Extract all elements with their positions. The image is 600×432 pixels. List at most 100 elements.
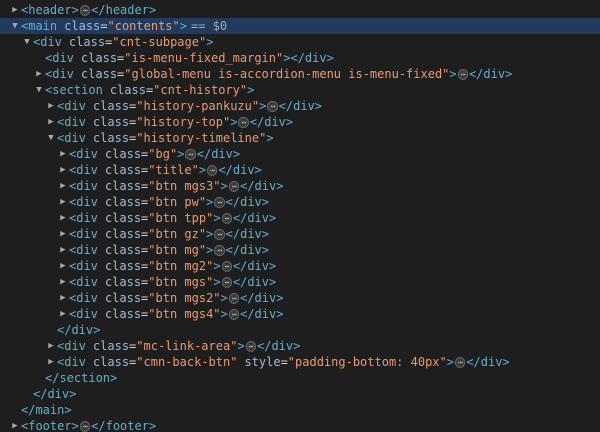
dom-node-row[interactable]: ▶</div>	[0, 322, 600, 338]
expand-triangle-right-icon[interactable]: ▶	[58, 226, 68, 242]
expand-triangle-right-icon[interactable]: ▶	[46, 354, 56, 370]
dom-node-row[interactable]: ▶ < div class = "btn mg" > ⋯ </div>	[0, 242, 600, 258]
attribute-name[interactable]: class	[81, 50, 117, 66]
attribute-name[interactable]: class	[105, 242, 141, 258]
attribute-value[interactable]: "btn mgs3"	[148, 178, 220, 194]
attribute-value[interactable]: "history-pankuzu"	[136, 98, 259, 114]
collapsed-children-ellipsis-icon[interactable]: ⋯	[185, 148, 196, 160]
expand-triangle-down-icon[interactable]: ▼	[10, 18, 20, 34]
attribute-name[interactable]: class	[105, 210, 141, 226]
dom-node-row[interactable]: ▶ < div class = "bg" > ⋯ </div>	[0, 146, 600, 162]
attribute-value[interactable]: "global-menu is-accordion-menu is-menu-f…	[124, 66, 449, 82]
expand-triangle-down-icon[interactable]: ▼	[34, 82, 44, 98]
dom-node-row[interactable]: ▶ < div class = "cmn-back-btn" style = "padding-…	[0, 354, 600, 370]
attribute-value[interactable]: "history-timeline"	[136, 130, 266, 146]
attribute-value[interactable]: "padding-bottom: 40px"	[288, 354, 447, 370]
collapsed-children-ellipsis-icon[interactable]: ⋯	[457, 68, 468, 80]
collapsed-children-ellipsis-icon[interactable]: ⋯	[228, 308, 240, 320]
dom-node-row[interactable]: ▼ < main class = "contents" > == $0	[0, 18, 600, 34]
collapsed-children-ellipsis-icon[interactable]: ⋯	[454, 356, 466, 368]
collapsed-children-ellipsis-icon[interactable]: ⋯	[238, 116, 249, 128]
expand-triangle-right-icon[interactable]: ▶	[58, 178, 68, 194]
attribute-name[interactable]: class	[93, 114, 129, 130]
dom-node-row[interactable]: ▶ < header > ⋯ </header>	[0, 2, 600, 18]
dom-node-row[interactable]: ▼ < section class = "cnt-history" >	[0, 82, 600, 98]
dom-node-row[interactable]: ▶ < div class = "title" > ⋯ </div>	[0, 162, 600, 178]
collapsed-children-ellipsis-icon[interactable]: ⋯	[228, 180, 240, 192]
attribute-value[interactable]: "cnt-subpage"	[112, 34, 206, 50]
attribute-name[interactable]: class	[105, 274, 141, 290]
attribute-name[interactable]: class	[93, 130, 129, 146]
expand-triangle-down-icon[interactable]: ▼	[46, 130, 56, 146]
expand-triangle-down-icon[interactable]: ▼	[22, 34, 32, 50]
attribute-value[interactable]: "is-menu-fixed_margin"	[124, 50, 283, 66]
dom-node-row[interactable]: ▶ < div class = "btn mgs2" > ⋯ </div>	[0, 290, 600, 306]
dom-node-row[interactable]: ▶</main>	[0, 402, 600, 418]
dom-node-row[interactable]: ▶</div>	[0, 386, 600, 402]
attribute-name[interactable]: class	[105, 290, 141, 306]
attribute-value[interactable]: "contents"	[108, 18, 180, 34]
attribute-name[interactable]: class	[81, 66, 117, 82]
dom-node-row[interactable]: ▶ < div class = "btn mgs3" > ⋯ </div>	[0, 178, 600, 194]
attribute-name[interactable]: class	[64, 18, 100, 34]
dom-node-row[interactable]: ▶ < div class = "btn gz" > ⋯ </div>	[0, 226, 600, 242]
dom-node-row[interactable]: ▼ < div class = "cnt-subpage" >	[0, 34, 600, 50]
dom-node-row[interactable]: ▶ < div class = "history-top" > ⋯ </div>	[0, 114, 600, 130]
attribute-name[interactable]: class	[93, 98, 129, 114]
attribute-name[interactable]: class	[105, 226, 141, 242]
dom-node-row[interactable]: ▶</section>	[0, 370, 600, 386]
attribute-name[interactable]: class	[105, 162, 141, 178]
dom-node-row[interactable]: ▶ < div class = "mc-link-area" > ⋯ </div>	[0, 338, 600, 354]
attribute-name[interactable]: class	[93, 338, 129, 354]
attribute-name[interactable]: class	[105, 258, 141, 274]
attribute-name[interactable]: class	[105, 178, 141, 194]
dom-node-row[interactable]: ▶ < div class = "btn mgs4" > ⋯ </div>	[0, 306, 600, 322]
attribute-value[interactable]: "btn mg2"	[148, 258, 213, 274]
expand-triangle-right-icon[interactable]: ▶	[58, 290, 68, 306]
expand-triangle-right-icon[interactable]: ▶	[58, 162, 68, 178]
dom-node-row[interactable]: ▼ < div class = "history-timeline" >	[0, 130, 600, 146]
expand-triangle-right-icon[interactable]: ▶	[46, 338, 56, 354]
collapsed-children-ellipsis-icon[interactable]: ⋯	[221, 212, 232, 224]
collapsed-children-ellipsis-icon[interactable]: ⋯	[267, 100, 278, 112]
attribute-name[interactable]: class	[105, 306, 141, 322]
attribute-name[interactable]: class	[93, 354, 129, 370]
attribute-name[interactable]: class	[110, 82, 146, 98]
attribute-value[interactable]: "btn tpp"	[148, 210, 213, 226]
expand-triangle-right-icon[interactable]: ▶	[46, 114, 56, 130]
dom-node-row[interactable]: ▶ < footer > ⋯ </footer>	[0, 418, 600, 432]
collapsed-children-ellipsis-icon[interactable]: ⋯	[245, 340, 256, 352]
expand-triangle-right-icon[interactable]: ▶	[58, 146, 68, 162]
attribute-value[interactable]: "bg"	[148, 146, 177, 162]
attribute-value[interactable]: "btn pw"	[148, 194, 206, 210]
attribute-value[interactable]: "history-top"	[136, 114, 230, 130]
elements-tree[interactable]: ▶ < header > ⋯ </header> ▼ < main class = "contents…	[0, 0, 600, 432]
expand-triangle-right-icon[interactable]: ▶	[58, 274, 68, 290]
collapsed-children-ellipsis-icon[interactable]: ⋯	[79, 4, 91, 16]
dom-node-row[interactable]: ▶ < div class = "btn mgs" > ⋯ </div>	[0, 274, 600, 290]
expand-triangle-right-icon[interactable]: ▶	[46, 98, 56, 114]
dom-node-row[interactable]: ▶<divclass="is-menu-fixed_margin"></div>	[0, 50, 600, 66]
attribute-name[interactable]: class	[105, 194, 141, 210]
expand-triangle-right-icon[interactable]: ▶	[10, 418, 20, 432]
attribute-value[interactable]: "title"	[148, 162, 199, 178]
attribute-name[interactable]: class	[69, 34, 105, 50]
attribute-name[interactable]: style	[244, 354, 280, 370]
attribute-value[interactable]: "cnt-history"	[153, 82, 247, 98]
collapsed-children-ellipsis-icon[interactable]: ⋯	[221, 260, 232, 272]
expand-triangle-right-icon[interactable]: ▶	[58, 258, 68, 274]
collapsed-children-ellipsis-icon[interactable]: ⋯	[79, 420, 91, 432]
dom-node-row[interactable]: ▶ < div class = "btn pw" > ⋯ </div>	[0, 194, 600, 210]
dom-node-row[interactable]: ▶ < div class = "btn tpp" > ⋯ </div>	[0, 210, 600, 226]
attribute-name[interactable]: class	[105, 146, 141, 162]
attribute-value[interactable]: "btn gz"	[148, 226, 206, 242]
expand-triangle-right-icon[interactable]: ▶	[58, 210, 68, 226]
attribute-value[interactable]: "btn mgs2"	[148, 290, 220, 306]
collapsed-children-ellipsis-icon[interactable]: ⋯	[221, 276, 232, 288]
attribute-value[interactable]: "cmn-back-btn"	[136, 354, 237, 370]
attribute-value[interactable]: "btn mg"	[148, 242, 206, 258]
expand-triangle-right-icon[interactable]: ▶	[58, 194, 68, 210]
dom-node-row[interactable]: ▶ < div class = "history-pankuzu" > ⋯ </div>	[0, 98, 600, 114]
expand-triangle-right-icon[interactable]: ▶	[34, 66, 44, 82]
attribute-value[interactable]: "btn mgs"	[148, 274, 213, 290]
